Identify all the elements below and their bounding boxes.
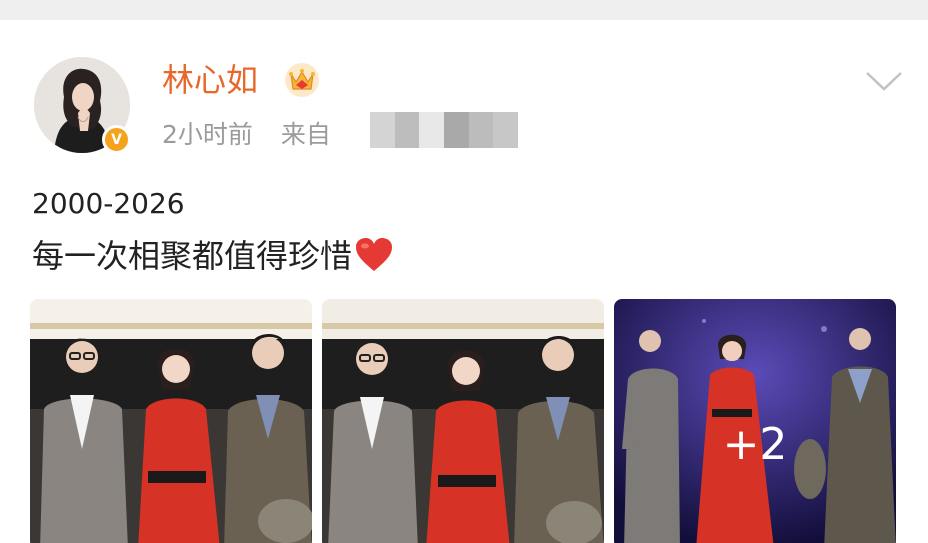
top-divider (0, 0, 928, 20)
heart-icon (356, 238, 393, 271)
chevron-down-icon[interactable] (864, 68, 904, 94)
crown-icon[interactable] (284, 62, 320, 98)
post-caption-text: 每一次相聚都值得珍惜 (32, 237, 353, 275)
post-image-1[interactable] (30, 299, 312, 543)
verified-badge-icon: V (102, 125, 131, 154)
post-meta: 2小时前 来自 (162, 118, 339, 152)
post-image-3[interactable]: +2 (614, 299, 896, 543)
blurred-source-mosaic (370, 112, 519, 148)
post-image-2[interactable] (322, 299, 604, 543)
post-text-year-range: 2000-2026 (32, 187, 185, 220)
post-source-label: 来自 (280, 120, 331, 149)
more-images-count: +2 (722, 419, 788, 470)
post-text-caption: 每一次相聚都值得珍惜 (32, 236, 394, 276)
author-name[interactable]: 林心如 (162, 58, 258, 102)
post-time: 2小时前 (162, 120, 253, 149)
